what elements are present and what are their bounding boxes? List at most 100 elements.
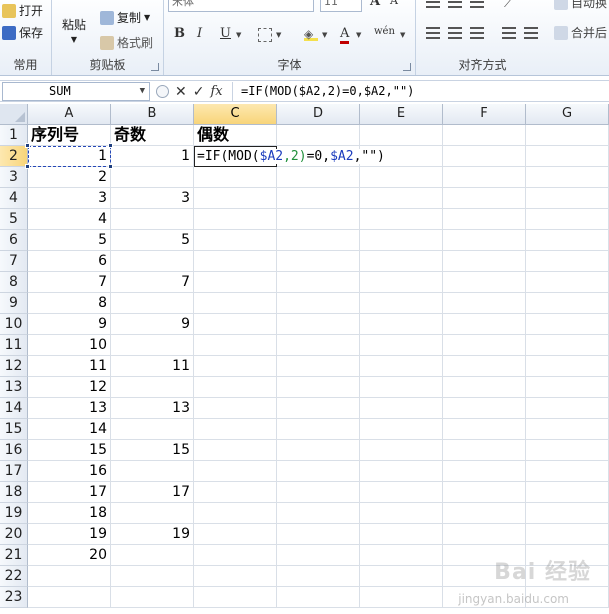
cell-f7[interactable] <box>443 251 526 272</box>
cell-d5[interactable] <box>277 209 360 230</box>
orientation-icon[interactable]: ⟋ <box>504 0 512 11</box>
cell-e13[interactable] <box>360 377 443 398</box>
row-header-11[interactable]: 11 <box>0 335 28 356</box>
cell-c1[interactable]: 偶数 <box>194 125 277 146</box>
cell-e22[interactable] <box>360 566 443 587</box>
cell-d6[interactable] <box>277 230 360 251</box>
cell-c10[interactable] <box>194 314 277 335</box>
cell-e20[interactable] <box>360 524 443 545</box>
cell-a5[interactable]: 4 <box>28 209 111 230</box>
row-header-15[interactable]: 15 <box>0 419 28 440</box>
cell-g7[interactable] <box>526 251 609 272</box>
font-name-combo[interactable]: 宋体 <box>168 0 314 12</box>
font-size-combo[interactable]: 11 <box>320 0 362 12</box>
column-header-b[interactable]: B <box>111 104 194 125</box>
cell-d4[interactable] <box>277 188 360 209</box>
cell-d20[interactable] <box>277 524 360 545</box>
cell-a16[interactable]: 15 <box>28 440 111 461</box>
cell-c23[interactable] <box>194 587 277 608</box>
cell-e17[interactable] <box>360 461 443 482</box>
insert-function-button[interactable]: fx <box>210 84 222 99</box>
cell-f4[interactable] <box>443 188 526 209</box>
row-header-5[interactable]: 5 <box>0 209 28 230</box>
row-header-2[interactable]: 2 <box>0 146 28 167</box>
cell-b14[interactable]: 13 <box>111 398 194 419</box>
cell-f13[interactable] <box>443 377 526 398</box>
phonetic-button[interactable]: wén <box>374 26 395 37</box>
open-button[interactable]: 打开 <box>2 2 43 19</box>
cell-b12[interactable]: 11 <box>111 356 194 377</box>
cell-d9[interactable] <box>277 293 360 314</box>
cell-d21[interactable] <box>277 545 360 566</box>
cell-d12[interactable] <box>277 356 360 377</box>
align-left-icon[interactable] <box>426 27 440 39</box>
cell-g14[interactable] <box>526 398 609 419</box>
wrap-text-button[interactable]: 自动换 <box>554 0 607 11</box>
row-header-6[interactable]: 6 <box>0 230 28 251</box>
column-header-f[interactable]: F <box>443 104 526 125</box>
cell-e10[interactable] <box>360 314 443 335</box>
cell-c11[interactable] <box>194 335 277 356</box>
row-header-9[interactable]: 9 <box>0 293 28 314</box>
cell-g15[interactable] <box>526 419 609 440</box>
decrease-indent-icon[interactable] <box>502 27 516 39</box>
row-header-4[interactable]: 4 <box>0 188 28 209</box>
italic-button[interactable]: I <box>197 26 202 41</box>
cell-f11[interactable] <box>443 335 526 356</box>
cell-a8[interactable]: 7 <box>28 272 111 293</box>
cell-c13[interactable] <box>194 377 277 398</box>
cell-a17[interactable]: 16 <box>28 461 111 482</box>
cell-d13[interactable] <box>277 377 360 398</box>
cell-b5[interactable] <box>111 209 194 230</box>
cell-b8[interactable]: 7 <box>111 272 194 293</box>
cell-e18[interactable] <box>360 482 443 503</box>
cell-g17[interactable] <box>526 461 609 482</box>
cell-b3[interactable] <box>111 167 194 188</box>
row-header-3[interactable]: 3 <box>0 167 28 188</box>
cell-b21[interactable] <box>111 545 194 566</box>
cell-b9[interactable] <box>111 293 194 314</box>
cell-c5[interactable] <box>194 209 277 230</box>
row-header-1[interactable]: 1 <box>0 125 28 146</box>
cell-e3[interactable] <box>360 167 443 188</box>
cell-g18[interactable] <box>526 482 609 503</box>
cell-c6[interactable] <box>194 230 277 251</box>
row-header-19[interactable]: 19 <box>0 503 28 524</box>
resize-handle-icon[interactable] <box>156 85 169 98</box>
cell-c3[interactable] <box>194 167 277 188</box>
align-top-icon[interactable] <box>426 0 440 8</box>
cell-e19[interactable] <box>360 503 443 524</box>
cell-f20[interactable] <box>443 524 526 545</box>
row-header-21[interactable]: 21 <box>0 545 28 566</box>
cell-e9[interactable] <box>360 293 443 314</box>
cell-f19[interactable] <box>443 503 526 524</box>
cell-g10[interactable] <box>526 314 609 335</box>
cell-b15[interactable] <box>111 419 194 440</box>
cell-g11[interactable] <box>526 335 609 356</box>
cell-g1[interactable] <box>526 125 609 146</box>
cell-g16[interactable] <box>526 440 609 461</box>
cell-c14[interactable] <box>194 398 277 419</box>
cell-e14[interactable] <box>360 398 443 419</box>
cell-b2[interactable]: 1 <box>111 146 194 167</box>
cell-b23[interactable] <box>111 587 194 608</box>
column-header-d[interactable]: D <box>277 104 360 125</box>
paste-button[interactable]: 粘贴 ▼ <box>62 16 86 44</box>
cell-a12[interactable]: 11 <box>28 356 111 377</box>
copy-button[interactable]: 复制 ▼ <box>100 9 150 26</box>
cell-a21[interactable]: 20 <box>28 545 111 566</box>
column-header-g[interactable]: G <box>526 104 609 125</box>
cell-b16[interactable]: 15 <box>111 440 194 461</box>
cell-a6[interactable]: 5 <box>28 230 111 251</box>
font-color-button[interactable]: A <box>340 26 350 44</box>
cell-c7[interactable] <box>194 251 277 272</box>
cell-f17[interactable] <box>443 461 526 482</box>
cell-c4[interactable] <box>194 188 277 209</box>
cell-e23[interactable] <box>360 587 443 608</box>
cell-d3[interactable] <box>277 167 360 188</box>
cell-a14[interactable]: 13 <box>28 398 111 419</box>
cell-g19[interactable] <box>526 503 609 524</box>
cell-a3[interactable]: 2 <box>28 167 111 188</box>
bold-button[interactable]: B <box>174 26 185 41</box>
cell-b11[interactable] <box>111 335 194 356</box>
